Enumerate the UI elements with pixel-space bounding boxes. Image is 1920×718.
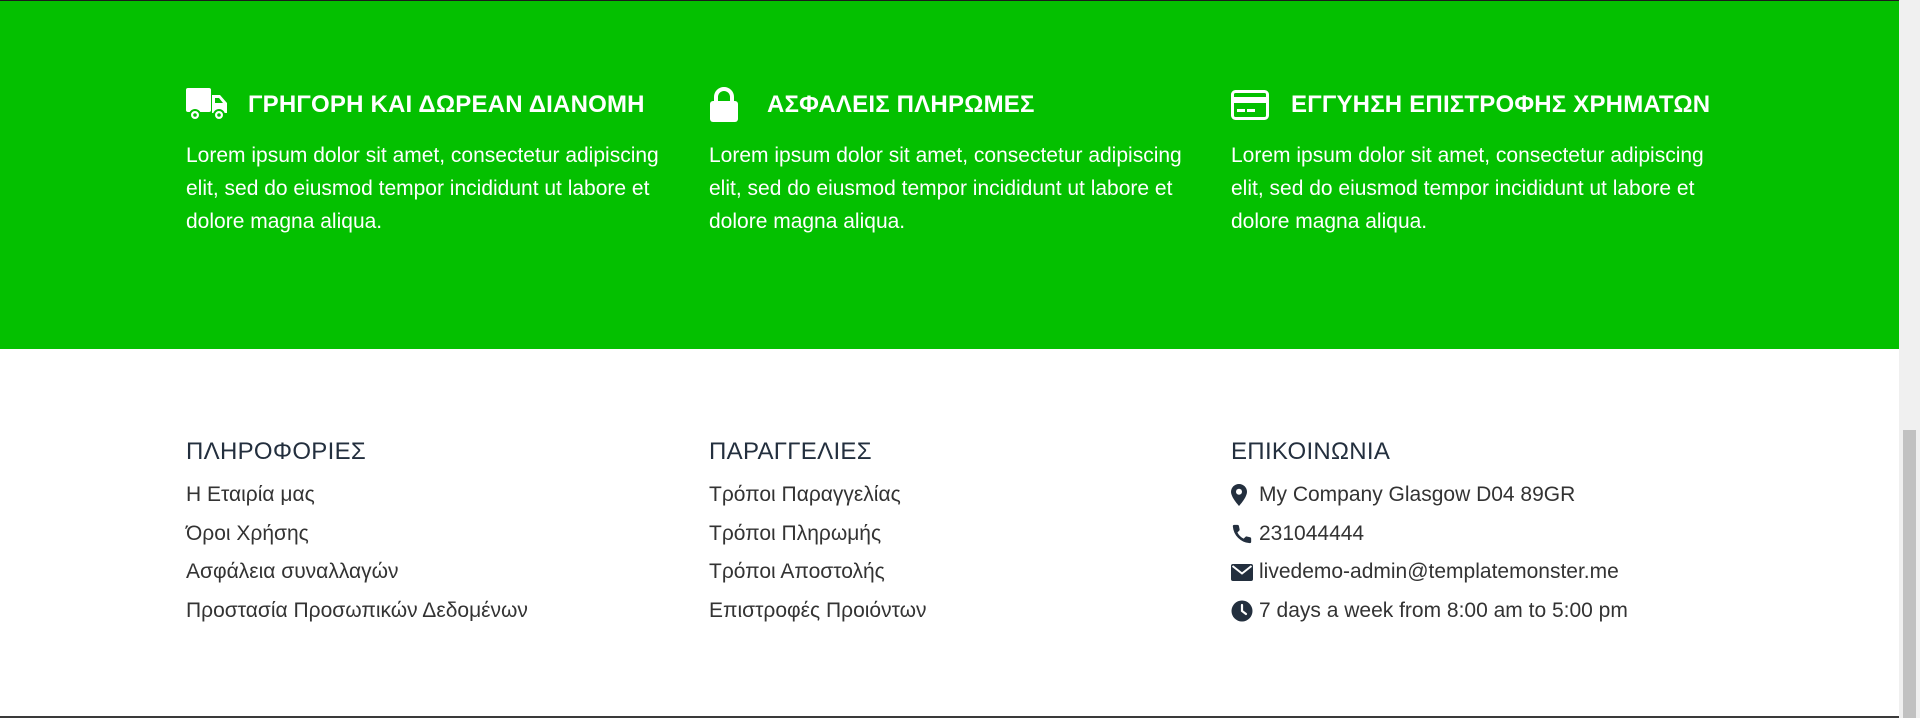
footer-link-order-methods[interactable]: Τρόποι Παραγγελίας xyxy=(709,483,901,506)
feature-money-back: ΕΓΓΥΗΣΗ ΕΠΙΣΤΡΟΦΗΣ ΧΡΗΜΑΤΩΝ Lorem ipsum … xyxy=(1231,85,1731,238)
feature-title: ΑΣΦΑΛΕΙΣ ΠΛΗΡΩΜΕΣ xyxy=(767,91,1035,118)
contact-phone-link[interactable]: 231044444 xyxy=(1259,515,1364,554)
feature-header: ΓΡΗΓΟΡΗ ΚΑΙ ΔΩΡΕΑΝ ΔΙΑΝΟΜΗ xyxy=(186,85,686,125)
list-item: Τρόποι Αποστολής xyxy=(709,553,927,592)
feature-title: ΓΡΗΓΟΡΗ ΚΑΙ ΔΩΡΕΑΝ ΔΙΑΝΟΜΗ xyxy=(248,91,645,118)
footer-orders-links: Τρόποι Παραγγελίας Τρόποι Πληρωμής Τρόπο… xyxy=(709,476,927,630)
lock-icon xyxy=(709,85,753,125)
envelope-icon xyxy=(1231,560,1259,584)
page-content: ΓΡΗΓΟΡΗ ΚΑΙ ΔΩΡΕΑΝ ΔΙΑΝΟΜΗ Lorem ipsum d… xyxy=(0,0,1899,718)
map-marker-icon xyxy=(1231,483,1259,507)
footer-link-company[interactable]: Η Εταιρία μας xyxy=(186,483,315,506)
list-item: Ασφάλεια συναλλαγών xyxy=(186,553,528,592)
contact-phone: 231044444 xyxy=(1231,515,1628,554)
feature-secure-payments: ΑΣΦΑΛΕΙΣ ΠΛΗΡΩΜΕΣ Lorem ipsum dolor sit … xyxy=(709,85,1209,238)
list-item: Τρόποι Πληρωμής xyxy=(709,515,927,554)
footer-info-column: ΠΛΗΡΟΦΟΡΙΕΣ Η Εταιρία μας Όροι Χρήσης Ασ… xyxy=(186,436,528,630)
footer-info-title: ΠΛΗΡΟΦΟΡΙΕΣ xyxy=(186,438,367,465)
contact-hours: 7 days a week from 8:00 am to 5:00 pm xyxy=(1231,592,1628,631)
feature-title: ΕΓΓΥΗΣΗ ΕΠΙΣΤΡΟΦΗΣ ΧΡΗΜΑΤΩΝ xyxy=(1291,91,1711,118)
truck-icon xyxy=(186,85,230,125)
list-item: Τρόποι Παραγγελίας xyxy=(709,476,927,515)
footer-orders-title: ΠΑΡΑΓΓΕΛΙΕΣ xyxy=(709,438,872,465)
feature-header: ΕΓΓΥΗΣΗ ΕΠΙΣΤΡΟΦΗΣ ΧΡΗΜΑΤΩΝ xyxy=(1231,85,1731,125)
page: ΓΡΗΓΟΡΗ ΚΑΙ ΔΩΡΕΑΝ ΔΙΑΝΟΜΗ Lorem ipsum d… xyxy=(0,0,1920,718)
footer-link-terms[interactable]: Όροι Χρήσης xyxy=(186,522,309,545)
feature-description: Lorem ipsum dolor sit amet, consectetur … xyxy=(709,144,1182,233)
footer-link-security[interactable]: Ασφάλεια συναλλαγών xyxy=(186,560,399,583)
footer-orders-column: ΠΑΡΑΓΓΕΛΙΕΣ Τρόποι Παραγγελίας Τρόποι Πλ… xyxy=(709,436,927,630)
footer-info-links: Η Εταιρία μας Όροι Χρήσης Ασφάλεια συναλ… xyxy=(186,476,528,630)
feature-shipping: ΓΡΗΓΟΡΗ ΚΑΙ ΔΩΡΕΑΝ ΔΙΑΝΟΜΗ Lorem ipsum d… xyxy=(186,85,686,238)
credit-card-icon xyxy=(1231,85,1275,125)
footer-link-privacy[interactable]: Προστασία Προσωπικών Δεδομένων xyxy=(186,599,528,622)
clock-icon xyxy=(1231,599,1259,623)
footer-link-shipping-methods[interactable]: Τρόποι Αποστολής xyxy=(709,560,885,583)
feature-description: Lorem ipsum dolor sit amet, consectetur … xyxy=(186,144,659,233)
contact-email-link[interactable]: livedemo-admin@templatemonster.me xyxy=(1259,553,1619,592)
list-item: Επιστροφές Προιόντων xyxy=(709,592,927,631)
footer-contact-title: ΕΠΙΚΟΙΝΩΝΙΑ xyxy=(1231,438,1391,465)
footer-link-payment-methods[interactable]: Τρόποι Πληρωμής xyxy=(709,522,881,545)
feature-description: Lorem ipsum dolor sit amet, consectetur … xyxy=(1231,144,1704,233)
list-item: Όροι Χρήσης xyxy=(186,515,528,554)
footer-contact-column: ΕΠΙΚΟΙΝΩΝΙΑ My Company Glasgow D04 89GR xyxy=(1231,436,1628,630)
phone-icon xyxy=(1231,522,1259,546)
contact-address-text: My Company Glasgow D04 89GR xyxy=(1259,483,1576,506)
list-item: Προστασία Προσωπικών Δεδομένων xyxy=(186,592,528,631)
contact-address: My Company Glasgow D04 89GR xyxy=(1231,476,1628,515)
footer-contact-list: My Company Glasgow D04 89GR 231044444 li… xyxy=(1231,476,1628,630)
feature-header: ΑΣΦΑΛΕΙΣ ΠΛΗΡΩΜΕΣ xyxy=(709,85,1209,125)
scrollbar-thumb[interactable] xyxy=(1903,430,1916,718)
footer-link-returns[interactable]: Επιστροφές Προιόντων xyxy=(709,599,927,622)
contact-hours-text: 7 days a week from 8:00 am to 5:00 pm xyxy=(1259,598,1628,622)
contact-email: livedemo-admin@templatemonster.me xyxy=(1231,553,1628,592)
features-band: ΓΡΗΓΟΡΗ ΚΑΙ ΔΩΡΕΑΝ ΔΙΑΝΟΜΗ Lorem ipsum d… xyxy=(0,1,1899,349)
list-item: Η Εταιρία μας xyxy=(186,476,528,515)
